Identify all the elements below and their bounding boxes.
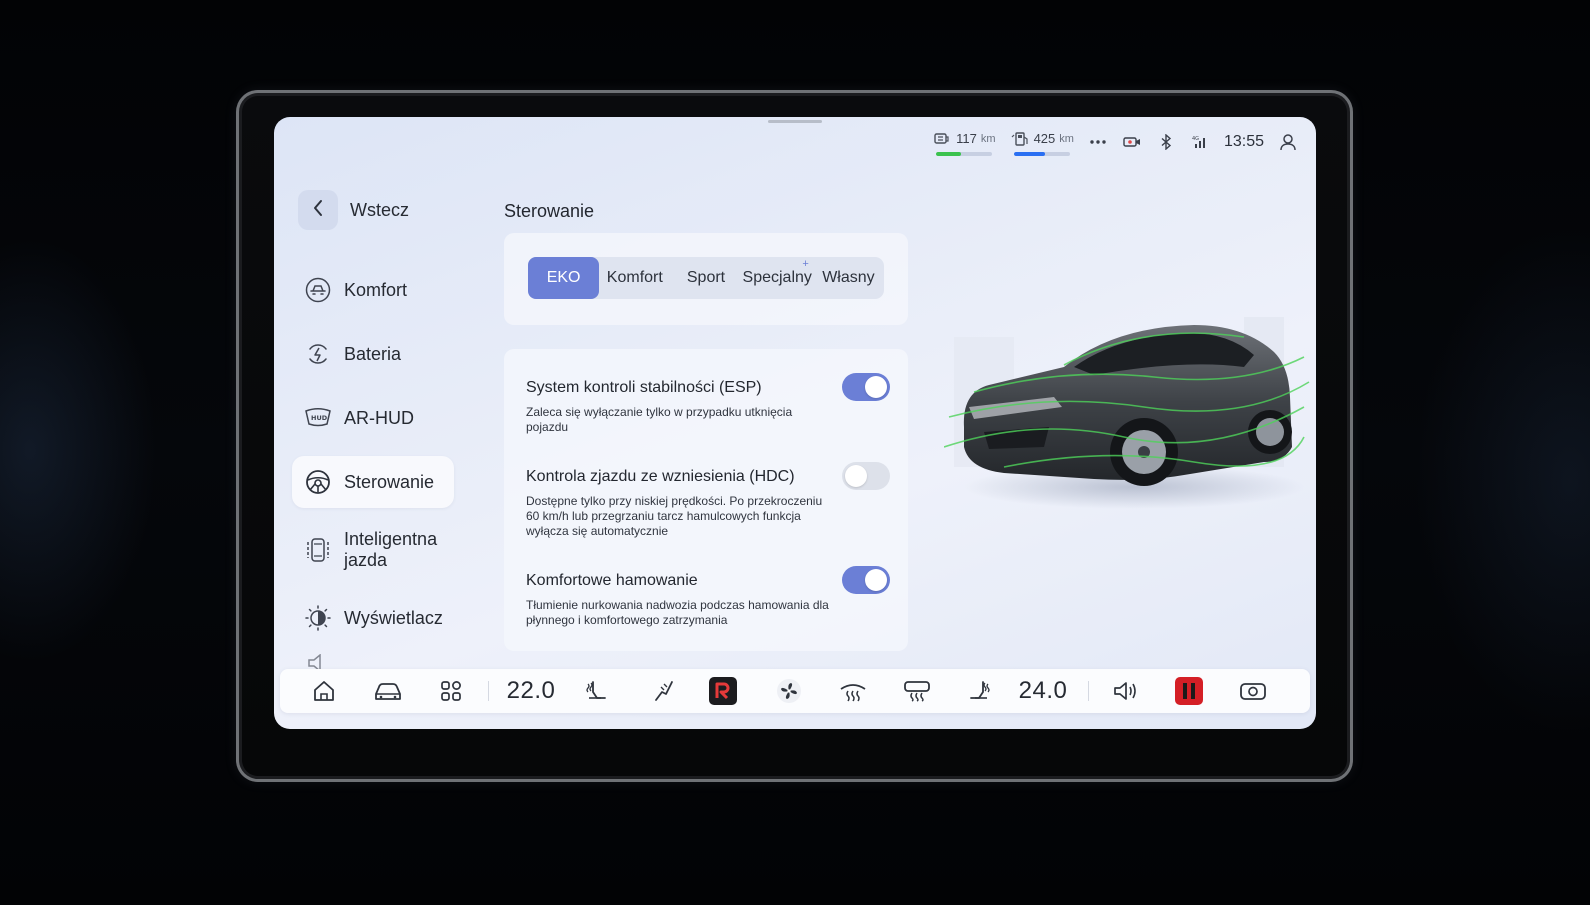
drive-mode-selector: EKO Komfort Sport Specjalny + Własny bbox=[528, 257, 884, 299]
setting-esp: System kontroli stabilności (ESP) Zaleca… bbox=[526, 373, 890, 435]
sidebar-item-komfort[interactable]: Komfort bbox=[292, 264, 454, 316]
electric-range: 117 km bbox=[932, 129, 996, 156]
mode-label: Własny bbox=[822, 269, 875, 286]
back-chip[interactable] bbox=[298, 190, 338, 230]
fuel-range-fill bbox=[1013, 151, 1045, 156]
setting-description: Zaleca się wyłączanie tylko w przypadku … bbox=[526, 405, 793, 434]
fan-icon[interactable] bbox=[774, 669, 804, 713]
fuel-range: 425 km bbox=[1010, 129, 1074, 156]
smart-driving-icon bbox=[304, 536, 332, 564]
fuel-pump-icon bbox=[1010, 129, 1030, 149]
back-button[interactable]: Wstecz bbox=[298, 190, 409, 230]
setting-description: Tłumienie nurkowania nadwozia podczas ha… bbox=[526, 598, 829, 627]
settings-sidebar: Komfort Bateria HUD AR-HUD Sterowanie In… bbox=[292, 264, 454, 684]
car-icon[interactable] bbox=[371, 669, 405, 713]
setting-hdc: Kontrola zjazdu ze wzniesienia (HDC) Dos… bbox=[526, 462, 890, 539]
drive-mode-card: EKO Komfort Sport Specjalny + Własny bbox=[504, 233, 908, 325]
sidebar-item-label: Bateria bbox=[344, 343, 402, 364]
red-app-tile bbox=[1175, 677, 1203, 705]
passenger-temperature[interactable]: 24.0 bbox=[1016, 669, 1070, 713]
hud-icon: HUD bbox=[304, 404, 332, 432]
mode-specjalny[interactable]: Specjalny + bbox=[742, 257, 813, 299]
sidebar-item-ar-hud[interactable]: HUD AR-HUD bbox=[292, 392, 454, 444]
mode-komfort[interactable]: Komfort bbox=[599, 257, 670, 299]
mode-label: Sport bbox=[686, 269, 726, 286]
sidebar-item-label: Sterowanie bbox=[344, 471, 435, 492]
r-app-icon[interactable] bbox=[708, 669, 738, 713]
setting-description: Dostępne tylko przy niskiej prędkości. P… bbox=[526, 494, 823, 538]
sidebar-item-label: Inteligentna jazda bbox=[344, 529, 438, 570]
r-app-tile bbox=[709, 677, 737, 705]
setting-comfort-braking: Komfortowe hamowanie Tłumienie nurkowani… bbox=[526, 566, 890, 628]
volume-icon[interactable] bbox=[1110, 669, 1140, 713]
toggle-knob bbox=[845, 465, 867, 487]
dock-divider bbox=[1088, 681, 1089, 701]
sidebar-item-label: AR-HUD bbox=[344, 407, 414, 428]
bottom-dock: 22.0 24.0 bbox=[280, 669, 1310, 713]
hdc-toggle[interactable] bbox=[842, 462, 890, 490]
setting-title: System kontroli stabilności (ESP) bbox=[526, 379, 762, 396]
home-icon[interactable] bbox=[308, 669, 340, 713]
bluetooth-icon[interactable] bbox=[1156, 132, 1176, 152]
plus-icon: + bbox=[802, 258, 809, 270]
mode-label: Specjalny bbox=[742, 269, 812, 286]
toggle-knob bbox=[865, 376, 887, 398]
battery-charge-icon bbox=[304, 340, 332, 368]
fuel-range-value: 425 bbox=[1033, 131, 1056, 146]
brightness-icon bbox=[304, 604, 332, 632]
steering-wheel-icon bbox=[304, 468, 332, 496]
seat-heat-left-icon[interactable] bbox=[582, 669, 612, 713]
seat-comfort-icon bbox=[304, 276, 332, 304]
fuel-range-unit: km bbox=[1059, 132, 1074, 145]
battery-range-icon bbox=[932, 129, 952, 149]
svg-text:HUD: HUD bbox=[311, 414, 328, 422]
mode-label: Komfort bbox=[606, 269, 663, 286]
mode-sport[interactable]: Sport bbox=[670, 257, 741, 299]
front-defrost-icon[interactable] bbox=[836, 669, 870, 713]
driver-temperature[interactable]: 22.0 bbox=[504, 669, 558, 713]
red-app-icon[interactable] bbox=[1174, 669, 1204, 713]
sidebar-item-bateria[interactable]: Bateria bbox=[292, 328, 454, 380]
mode-wlasny[interactable]: Własny bbox=[813, 257, 884, 299]
clock: 13:55 bbox=[1223, 133, 1264, 150]
driving-assist-settings: System kontroli stabilności (ESP) Zaleca… bbox=[504, 349, 908, 651]
sidebar-item-label: Wyświetlacz bbox=[344, 607, 443, 628]
pull-down-handle[interactable] bbox=[768, 120, 822, 123]
mode-label: EKO bbox=[546, 269, 581, 286]
toggle-knob bbox=[865, 569, 887, 591]
fuel-range-bar bbox=[1013, 151, 1070, 156]
chevron-left-icon bbox=[312, 199, 324, 222]
rear-defrost-icon[interactable] bbox=[900, 669, 934, 713]
svg-text:4G: 4G bbox=[1192, 136, 1199, 142]
electric-range-value: 117 bbox=[956, 131, 977, 146]
electric-range-fill bbox=[935, 151, 962, 156]
comfort-braking-toggle[interactable] bbox=[842, 566, 890, 594]
seat-heat-right-icon[interactable] bbox=[964, 669, 994, 713]
status-bar: 117 km 425 km 4G 13:55 bbox=[932, 127, 1298, 157]
setting-title: Kontrola zjazdu ze wzniesienia (HDC) bbox=[526, 468, 795, 485]
electric-range-bar bbox=[935, 151, 992, 156]
esp-toggle[interactable] bbox=[842, 373, 890, 401]
user-icon[interactable] bbox=[1278, 132, 1298, 152]
car-illustration bbox=[943, 297, 1314, 527]
electric-range-unit: km bbox=[980, 132, 996, 145]
sidebar-item-sterowanie[interactable]: Sterowanie bbox=[292, 456, 454, 508]
seat-massage-icon[interactable] bbox=[648, 669, 678, 713]
camera-icon[interactable] bbox=[1236, 669, 1270, 713]
more-dots-icon[interactable] bbox=[1088, 132, 1108, 152]
sidebar-item-wyswietlacz[interactable]: Wyświetlacz bbox=[292, 592, 454, 644]
dock-divider bbox=[488, 681, 489, 701]
sidebar-item-label: Komfort bbox=[344, 279, 408, 300]
page-title: Sterowanie bbox=[504, 201, 595, 221]
apps-grid-icon[interactable] bbox=[436, 669, 466, 713]
sidebar-item-inteligentna-jazda[interactable]: Inteligentna jazda bbox=[292, 520, 454, 580]
infotainment-screen: 117 km 425 km 4G 13:55 Wstecz Komfort Ba… bbox=[274, 117, 1316, 729]
signal-4g-icon: 4G bbox=[1190, 132, 1210, 152]
mode-eko[interactable]: EKO bbox=[528, 257, 600, 299]
back-label: Wstecz bbox=[350, 199, 410, 220]
setting-title: Komfortowe hamowanie bbox=[526, 572, 698, 589]
dashcam-icon[interactable] bbox=[1122, 132, 1142, 152]
